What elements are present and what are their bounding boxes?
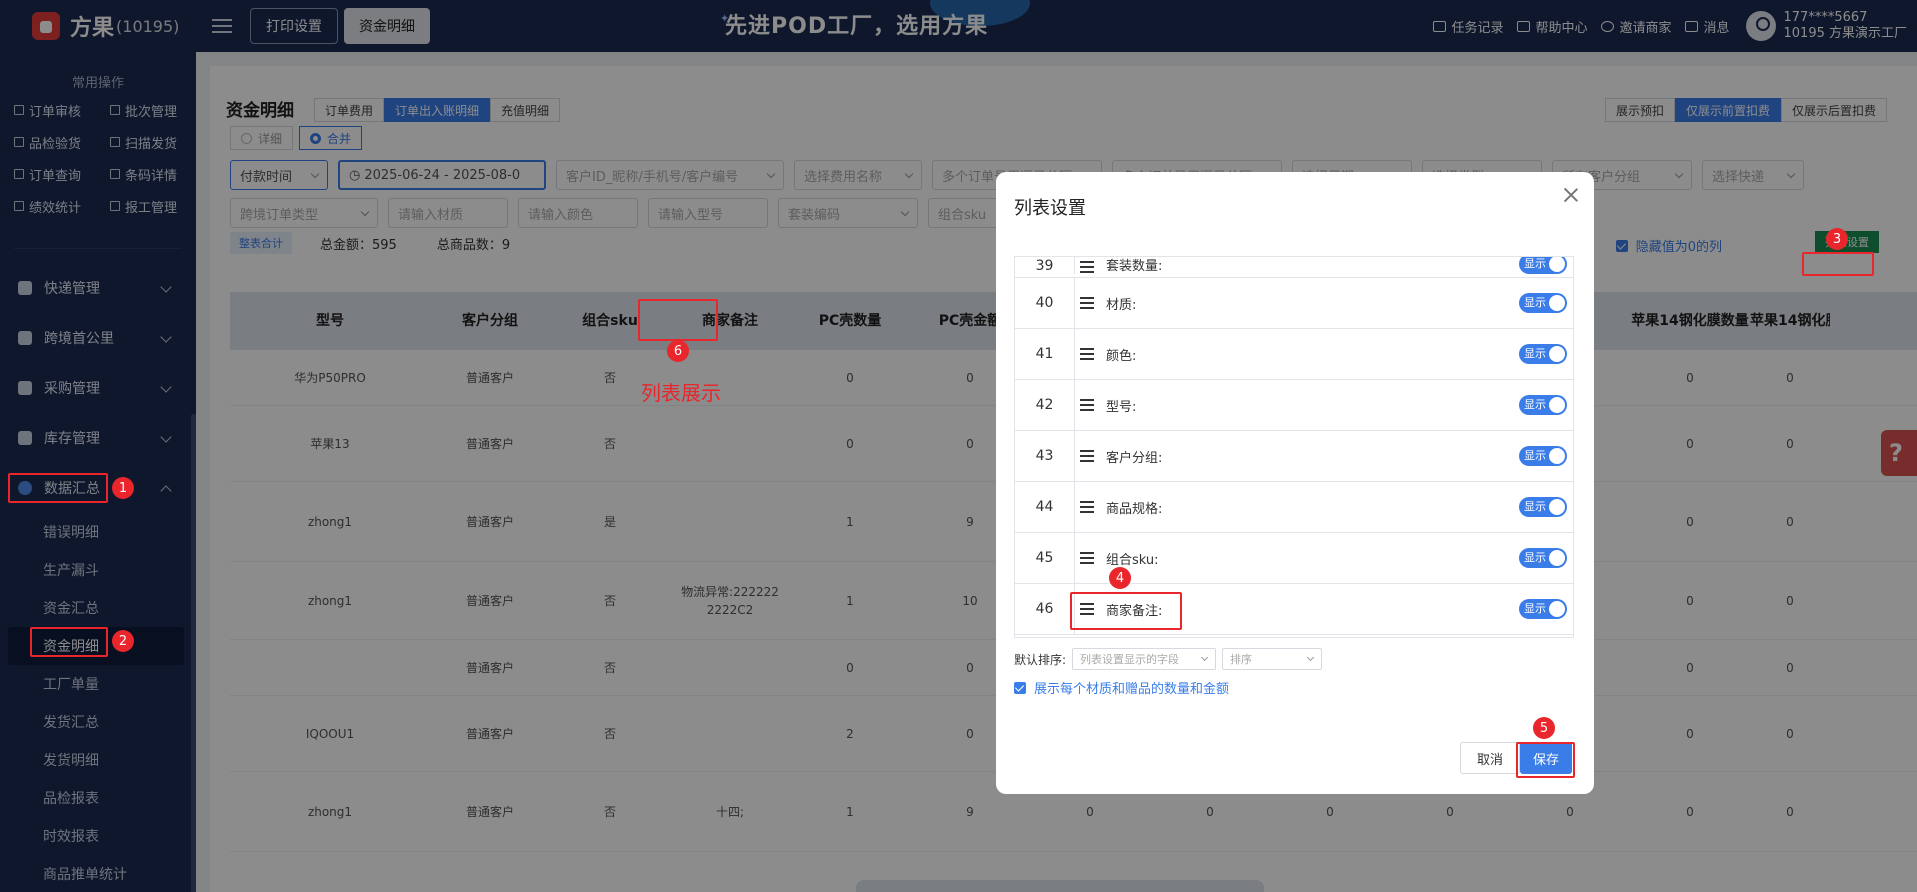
row-number: 41	[1015, 329, 1075, 379]
sort-label: 默认排序:	[1014, 652, 1067, 667]
annotation-3: 3	[1826, 228, 1848, 250]
column-row[interactable]: 44 商品规格: 显示	[1015, 482, 1573, 533]
show-toggle[interactable]: 显示	[1519, 497, 1567, 517]
drag-handle-icon[interactable]	[1080, 260, 1094, 274]
annotation-list-display-text: 列表展示	[641, 381, 721, 405]
checkbox-checked-icon	[1014, 681, 1026, 694]
column-row[interactable]: 43 客户分组: 显示	[1015, 431, 1573, 482]
chevron-down-icon	[1307, 653, 1315, 662]
sort-field-select[interactable]: 列表设置显示的字段	[1072, 648, 1217, 670]
column-label: 颜色:	[1106, 348, 1137, 364]
row-number: 43	[1015, 431, 1075, 481]
annotation-2: 2	[112, 630, 134, 652]
column-label: 材质:	[1106, 297, 1137, 313]
drag-handle-icon[interactable]	[1080, 551, 1094, 565]
annotation-box-fund-detail	[30, 627, 108, 657]
modal-overlay[interactable]	[0, 0, 1917, 892]
annotation-5: 5	[1533, 717, 1555, 739]
list-settings-modal: 列表设置 39 套装数量: 显示 40 材质: 显示 41 颜色: 显示 42 型号: 显示 43…	[996, 172, 1594, 794]
close-icon[interactable]	[1562, 186, 1580, 204]
show-toggle[interactable]: 显示	[1519, 257, 1567, 274]
annotation-box-data-summary	[8, 473, 108, 503]
column-row[interactable]: 42 型号: 显示	[1015, 380, 1573, 431]
annotation-box-save	[1516, 742, 1575, 778]
column-row-partial[interactable]: 39 套装数量: 显示	[1015, 257, 1573, 278]
chevron-down-icon	[1201, 653, 1209, 662]
row-number: 45	[1015, 533, 1075, 583]
annotation-1: 1	[112, 477, 134, 499]
modal-title: 列表设置	[1014, 198, 1086, 219]
column-label: 客户分组:	[1106, 450, 1163, 466]
show-toggle[interactable]: 显示	[1519, 395, 1567, 415]
annotation-4: 4	[1109, 567, 1131, 589]
column-label: 型号:	[1106, 399, 1137, 415]
sort-order-select[interactable]: 排序	[1222, 648, 1323, 670]
column-list: 39 套装数量: 显示 40 材质: 显示 41 颜色: 显示 42 型号: 显示 43 客户分组:…	[1014, 256, 1574, 638]
column-label: 组合sku:	[1106, 552, 1159, 568]
row-number: 40	[1015, 278, 1075, 328]
row-number: 42	[1015, 380, 1075, 430]
drag-handle-icon[interactable]	[1080, 347, 1094, 361]
show-toggle[interactable]: 显示	[1519, 344, 1567, 364]
show-toggle[interactable]: 显示	[1519, 293, 1567, 313]
column-row[interactable]: 40 材质: 显示	[1015, 278, 1573, 329]
column-label: 商品规格:	[1106, 501, 1163, 517]
drag-handle-icon[interactable]	[1080, 449, 1094, 463]
drag-handle-icon[interactable]	[1080, 398, 1094, 412]
row-number: 44	[1015, 482, 1075, 532]
column-row[interactable]: 45 组合sku: 显示	[1015, 533, 1573, 584]
annotation-box-list-settings	[1802, 252, 1874, 276]
cancel-button[interactable]: 取消	[1460, 742, 1520, 774]
annotation-box-note-column	[638, 299, 718, 341]
annotation-box-merchant-note-row	[1070, 592, 1182, 630]
show-material-gift-checkbox[interactable]: 展示每个材质和赠品的数量和金额	[1014, 678, 1229, 697]
drag-handle-icon[interactable]	[1080, 296, 1094, 310]
show-toggle[interactable]: 显示	[1519, 548, 1567, 568]
drag-handle-icon[interactable]	[1080, 500, 1094, 514]
default-sort: 默认排序: 列表设置显示的字段 排序	[1014, 648, 1323, 670]
row-number: 46	[1015, 584, 1075, 634]
column-row[interactable]: 41 颜色: 显示	[1015, 329, 1573, 380]
show-toggle[interactable]: 显示	[1519, 446, 1567, 466]
annotation-6: 6	[667, 340, 689, 362]
show-toggle[interactable]: 显示	[1519, 599, 1567, 619]
